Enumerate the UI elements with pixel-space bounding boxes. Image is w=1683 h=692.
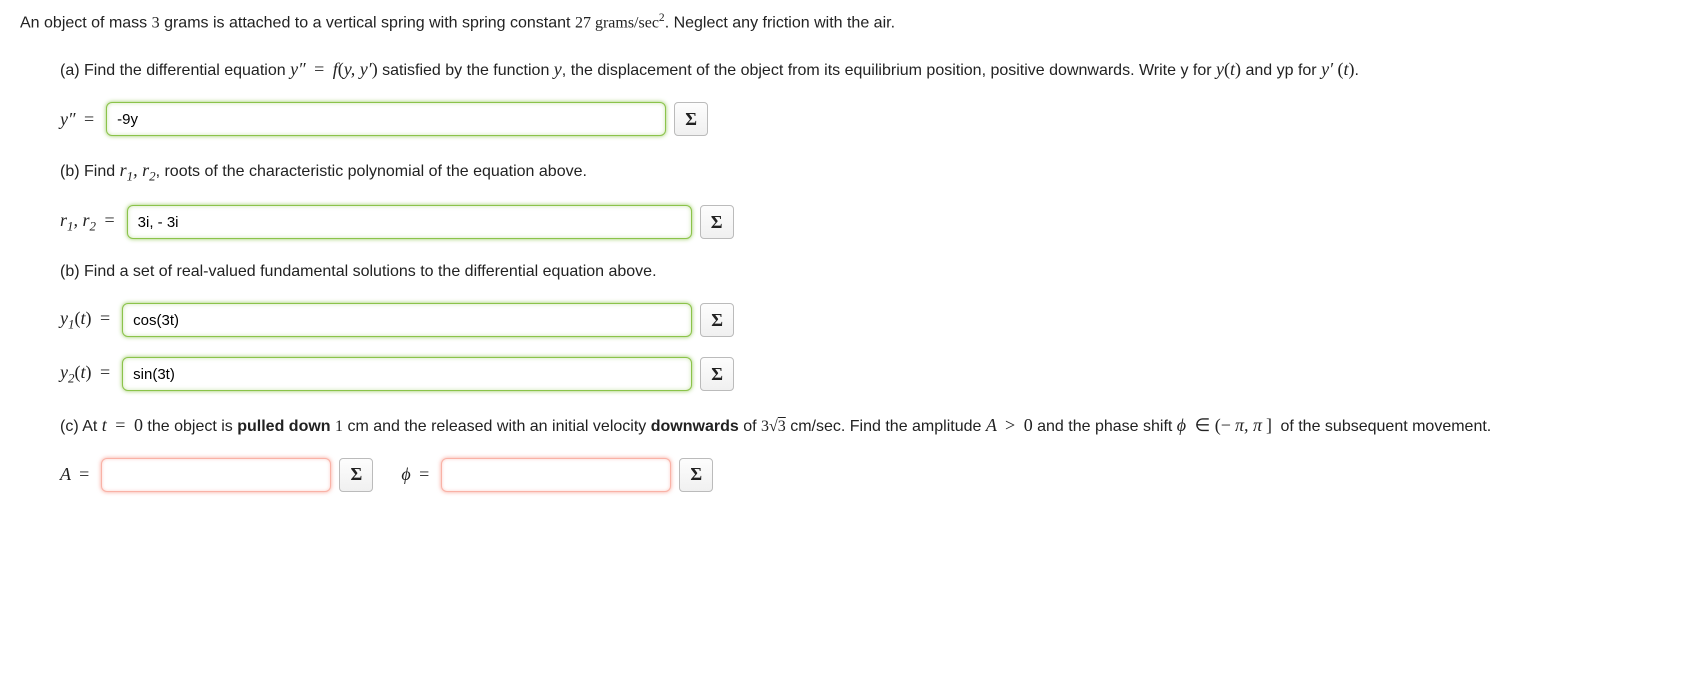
part-b1-prefix: (b) Find	[60, 163, 120, 180]
sigma-button-y1[interactable]: Σ	[700, 303, 734, 337]
velocity-value: 3√3	[761, 418, 786, 435]
sigma-button-b1[interactable]: Σ	[700, 205, 734, 239]
part-b2-y1-row: y1(t) = Σ	[60, 303, 1660, 337]
problem-container: An object of mass 3 grams is attached to…	[20, 10, 1660, 492]
intro-prefix: An object of mass	[20, 14, 152, 31]
part-b1-input[interactable]	[127, 205, 692, 239]
amp-A: A > 0	[986, 415, 1033, 435]
part-b1-tail: , roots of the characteristic polynomial…	[156, 163, 587, 180]
part-a-input[interactable]	[106, 102, 666, 136]
downwards: downwards	[651, 418, 739, 435]
part-c-seg6: of the subsequent movement.	[1276, 418, 1491, 435]
t0: t = 0	[102, 415, 143, 435]
part-b1-text: (b) Find r1, r2, roots of the characteri…	[60, 156, 1660, 187]
var-y: y	[554, 59, 562, 79]
A-input[interactable]	[101, 458, 331, 492]
sigma-button-a[interactable]: Σ	[674, 102, 708, 136]
part-b1-answer-row: r1, r2 = Σ	[60, 205, 1660, 239]
eqn-ypp: y″ = f(y, y′)	[290, 59, 378, 79]
y2-label: y2(t) =	[60, 362, 114, 387]
sigma-button-A[interactable]: Σ	[339, 458, 373, 492]
r1r2-label: r1, r2	[120, 160, 156, 180]
y1-label: y1(t) =	[60, 308, 114, 333]
subparts-container: (a) Find the differential equation y″ = …	[60, 55, 1660, 492]
part-a-tail: .	[1355, 62, 1359, 79]
part-a-label: y″ =	[60, 109, 98, 130]
sigma-button-phi[interactable]: Σ	[679, 458, 713, 492]
phi-range: ϕ ∈ (−π, π]	[1177, 415, 1276, 435]
spring-constant: 27	[575, 14, 591, 31]
part-c-seg5: and the phase shift	[1033, 418, 1177, 435]
part-c-seg3: of	[739, 418, 761, 435]
mass-value: 3	[152, 14, 160, 31]
y1-input[interactable]	[122, 303, 692, 337]
intro-mid1: grams is attached to a vertical spring w…	[160, 14, 575, 31]
part-a-mid2: , the displacement of the object from it…	[562, 62, 1216, 79]
part-a-prefix: (a) Find the differential equation	[60, 62, 290, 79]
part-a-answer-row: y″ = Σ	[60, 102, 1660, 136]
y2-input[interactable]	[122, 357, 692, 391]
part-b1-label: r1, r2 =	[60, 210, 119, 235]
one-cm: 1	[335, 418, 343, 435]
part-c-seg1: the object is	[143, 418, 237, 435]
sigma-button-y2[interactable]: Σ	[700, 357, 734, 391]
intro-tail: . Neglect any friction with the air.	[665, 14, 895, 31]
A-label: A =	[60, 464, 93, 485]
part-b2-y2-row: y2(t) = Σ	[60, 357, 1660, 391]
part-c-prefix: (c) At	[60, 418, 102, 435]
part-c-seg4: cm/sec. Find the amplitude	[786, 418, 986, 435]
part-a-text: (a) Find the differential equation y″ = …	[60, 55, 1660, 84]
part-c-seg2: cm and the released with an initial velo…	[343, 418, 651, 435]
part-a-mid1: satisfied by the function	[378, 62, 554, 79]
part-b2-text: (b) Find a set of real-valued fundamenta…	[60, 259, 1660, 285]
pulled-down: pulled down	[237, 418, 330, 435]
ypt: y′ (t)	[1321, 59, 1354, 79]
part-c-answer-row: A = Σ ϕ = Σ	[60, 458, 1660, 492]
phi-label: ϕ =	[401, 464, 433, 485]
phi-input[interactable]	[441, 458, 671, 492]
yt: y(t)	[1216, 59, 1241, 79]
part-a-mid3: and yp for	[1241, 62, 1321, 79]
intro-text: An object of mass 3 grams is attached to…	[20, 10, 1660, 35]
units-k: grams/sec	[591, 14, 659, 31]
part-c-text: (c) At t = 0 the object is pulled down 1…	[60, 411, 1660, 440]
